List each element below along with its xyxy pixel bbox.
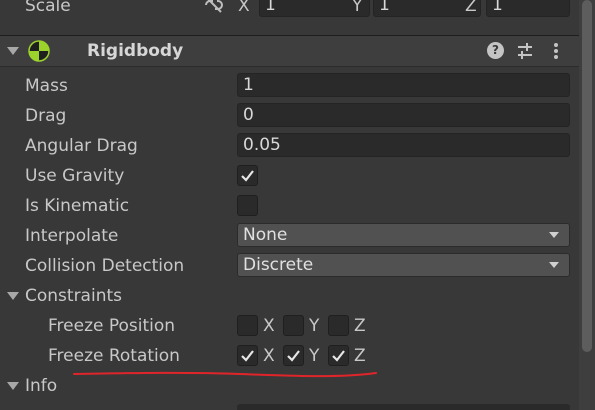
use-gravity-checkbox[interactable] xyxy=(237,165,258,186)
constraints-foldout-icon[interactable] xyxy=(7,292,19,300)
scrollbar-track[interactable] xyxy=(579,0,595,410)
component-title: Rigidbody xyxy=(87,41,184,61)
red-annotation-underline xyxy=(73,371,377,378)
collision-detection-value: Discrete xyxy=(243,255,314,275)
freeze-position-label: Freeze Position xyxy=(48,316,176,336)
drag-label: Drag xyxy=(25,106,67,126)
freeze-position-x-checkbox[interactable] xyxy=(237,315,258,336)
help-icon[interactable]: ? xyxy=(487,42,504,59)
more-options-icon[interactable] xyxy=(552,42,560,65)
scrollbar-thumb[interactable] xyxy=(582,0,592,352)
scale-y-label: Y xyxy=(352,0,363,16)
freeze-position-y-checkbox[interactable] xyxy=(283,315,304,336)
interpolate-value: None xyxy=(243,225,288,245)
info-foldout-icon[interactable] xyxy=(7,382,19,390)
collision-detection-dropdown[interactable]: Discrete xyxy=(237,253,570,277)
collapse-icon[interactable] xyxy=(7,47,19,55)
drag-field[interactable]: 0 xyxy=(237,103,570,127)
scale-x-label: X xyxy=(238,0,250,16)
constraints-label[interactable]: Constraints xyxy=(25,285,122,307)
checkmark-icon xyxy=(241,170,254,182)
info-label[interactable]: Info xyxy=(25,375,57,397)
chevron-down-icon xyxy=(549,262,559,268)
link-scale-icon[interactable] xyxy=(203,0,225,19)
info-field xyxy=(237,404,570,410)
interpolate-label: Interpolate xyxy=(25,226,119,246)
collision-detection-label: Collision Detection xyxy=(25,256,185,276)
rigidbody-icon xyxy=(28,40,50,67)
mass-label: Mass xyxy=(25,76,68,96)
scale-z-field[interactable]: 1 xyxy=(486,0,570,17)
scale-z-label: Z xyxy=(465,0,477,16)
presets-icon[interactable] xyxy=(516,42,534,65)
mass-field[interactable]: 1 xyxy=(237,73,570,97)
is-kinematic-label: Is Kinematic xyxy=(25,196,130,216)
angular-drag-label: Angular Drag xyxy=(25,136,138,156)
chevron-down-icon xyxy=(549,232,559,238)
freeze-position-y-label: Y xyxy=(309,316,320,336)
freeze-position-z-label: Z xyxy=(354,316,366,336)
freeze-position-z-checkbox[interactable] xyxy=(328,315,349,336)
use-gravity-label: Use Gravity xyxy=(25,166,125,186)
is-kinematic-checkbox[interactable] xyxy=(237,195,258,216)
freeze-position-x-label: X xyxy=(263,316,275,336)
angular-drag-field[interactable]: 0.05 xyxy=(237,133,570,157)
scale-label: Scale xyxy=(25,0,71,16)
interpolate-dropdown[interactable]: None xyxy=(237,223,570,247)
